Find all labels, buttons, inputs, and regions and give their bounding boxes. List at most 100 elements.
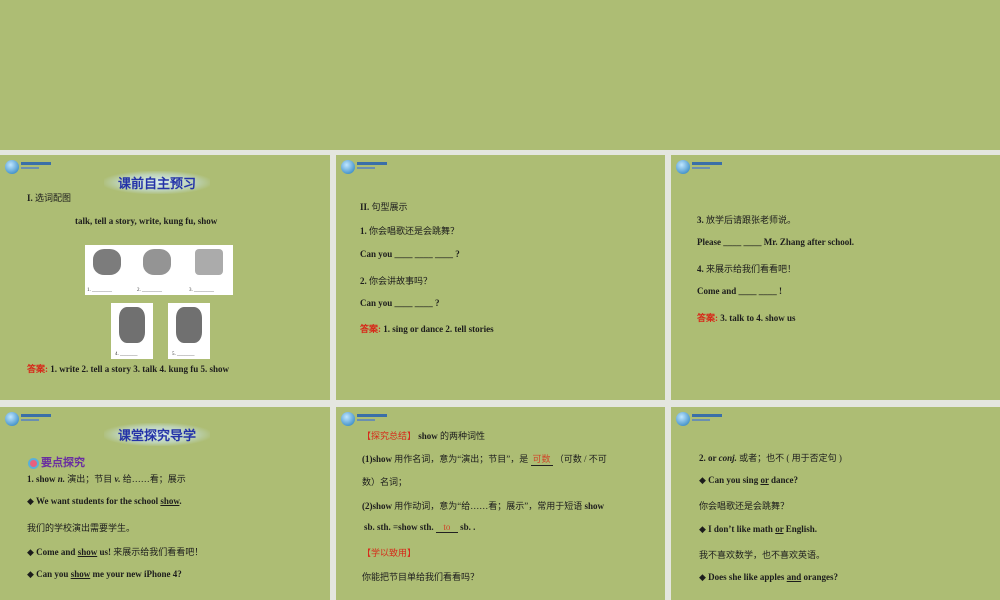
text-line: (2)show 用作动词，意为“给……看；展示”，常用于短语 show bbox=[362, 499, 604, 512]
text-segment: or bbox=[760, 475, 769, 485]
text-segment: 2. or bbox=[699, 453, 719, 463]
text-segment: 3. talk to 4. show us bbox=[720, 313, 796, 323]
text-line: ◆ Come and show us! 来展示给我们看看吧！ bbox=[27, 545, 203, 558]
text-segment: 你会讲故事吗？ bbox=[369, 276, 433, 286]
subheading-text: 要点探究 bbox=[41, 456, 85, 469]
caption: 3. ________ bbox=[189, 288, 214, 293]
text-line: ◆ We want students for the school show. bbox=[27, 496, 182, 507]
caption: 2. ________ bbox=[137, 288, 162, 293]
slide-thumbnail-6[interactable]: 2. or conj. 或者；也不 ( 用于否定句 ) ◆ Can you sin… bbox=[671, 407, 1000, 600]
text-segment: ◆ I don’t like math bbox=[699, 524, 776, 534]
text-line: ◆ Can you sing or dance? bbox=[699, 475, 798, 486]
text-line: 数）名词； bbox=[362, 475, 407, 488]
text-segment: 来展示给我们看看吧！ bbox=[113, 547, 204, 557]
illustration bbox=[176, 307, 202, 343]
slide-thumbnail-2[interactable]: II. 句型展示 1. 你会唱歌还是会跳舞？ Can you ____ ____ _… bbox=[336, 155, 665, 400]
illustration bbox=[195, 249, 223, 275]
text-line: Come and ____ ____ ! bbox=[697, 286, 782, 296]
logo-icon bbox=[5, 412, 53, 426]
slide-thumbnail-4[interactable]: 课堂探究导学要点探究 1. show n. 演出；节目 v. 给……看；展示 ◆ W… bbox=[0, 407, 330, 600]
text-segment: 你会唱歌还是会跳舞？ bbox=[699, 501, 790, 511]
text-segment: 或者；也不 ( 用于否定句 ) bbox=[736, 453, 842, 463]
text-line: ◆ Does she like apples and oranges? bbox=[699, 572, 838, 583]
text-segment: and bbox=[786, 572, 802, 582]
text-line: 2. or conj. 或者；也不 ( 用于否定句 ) bbox=[699, 451, 842, 464]
text-line: Please ____ ____ Mr. Zhang after school. bbox=[697, 237, 854, 247]
logo-icon bbox=[341, 160, 389, 174]
caption: 1. ________ bbox=[87, 288, 112, 293]
text-segment: Can you ____ ____ ? bbox=[360, 298, 440, 308]
text-segment: us! bbox=[97, 547, 114, 557]
text-line: Can you ____ ____ ____ ? bbox=[360, 249, 460, 259]
picture-4: 4. _______ bbox=[111, 303, 153, 359]
text-line: 我不喜欢数学，也不喜欢英语。 bbox=[699, 548, 825, 561]
text-segment: （可数 / 不可 bbox=[552, 454, 607, 464]
text-segment: 选词配图 bbox=[35, 193, 72, 203]
text-segment: . bbox=[179, 496, 182, 506]
text-segment: 1. show bbox=[27, 474, 58, 484]
text-line: 我们的学校演出需要学生。 bbox=[27, 521, 135, 534]
text-segment: Can you ____ ____ ____ ? bbox=[360, 249, 460, 259]
text-line: II. 句型展示 bbox=[360, 200, 408, 213]
top-blank-slide bbox=[0, 0, 1000, 150]
text-line: 【探究总结】 show 的两种词性 bbox=[362, 429, 485, 442]
label-highlight: 答案: bbox=[697, 313, 721, 323]
text-segment: 放学后请跟张老师说。 bbox=[706, 215, 797, 225]
slide-thumbnail-5[interactable]: 【探究总结】 show 的两种词性 (1)show 用作名词，意为“演出；节目”，… bbox=[336, 407, 665, 600]
text-line: 4. 来展示给我们看看吧！ bbox=[697, 262, 796, 275]
text-line: talk, tell a story, write, kung fu, show bbox=[75, 216, 217, 226]
caption: 4. _______ bbox=[115, 352, 138, 357]
text-segment: (2)show bbox=[362, 501, 395, 511]
text-segment: ◆ Come and bbox=[27, 547, 78, 557]
slide-banner-title: 课堂探究导学 bbox=[104, 423, 211, 446]
slide-thumbnail-3[interactable]: 3. 放学后请跟张老师说。 Please ____ ____ Mr. Zhang … bbox=[671, 155, 1000, 400]
text-line: (1)show 用作名词，意为“演出；节目”，是 可数 （可数 / 不可 bbox=[362, 452, 607, 466]
text-segment: 3. bbox=[697, 215, 706, 225]
logo-icon bbox=[676, 160, 724, 174]
text-line: 1. show n. 演出；节目 v. 给……看；展示 bbox=[27, 472, 186, 485]
text-segment: 数）名词； bbox=[362, 477, 408, 487]
illustration bbox=[143, 249, 171, 275]
text-segment: 用作名词，意为“演出；节目”，是 bbox=[394, 454, 531, 464]
logo-icon bbox=[341, 412, 389, 426]
text-segment: oranges? bbox=[801, 572, 838, 582]
text-segment: ◆ We want students for the school bbox=[27, 496, 161, 506]
logo-icon bbox=[676, 412, 724, 426]
answer-blank: 可数 bbox=[530, 454, 553, 466]
text-segment: sb. sth. =show sth. bbox=[364, 522, 436, 532]
text-line: sb. sth. =show sth. to sb. . bbox=[364, 522, 475, 533]
text-segment: Please ____ ____ Mr. Zhang after school. bbox=[697, 237, 854, 247]
text-segment: (1)show bbox=[362, 454, 395, 464]
text-segment: show bbox=[70, 569, 91, 579]
text-line: 答案: 1. write 2. tell a story 3. talk 4. … bbox=[27, 362, 229, 375]
text-line: 你会唱歌还是会跳舞？ bbox=[699, 499, 789, 512]
text-segment: talk, tell a story, write, kung fu, show bbox=[75, 216, 218, 226]
text-line: 答案: 1. sing or dance 2. tell stories bbox=[360, 322, 494, 335]
text-line: 答案: 3. talk to 4. show us bbox=[697, 311, 796, 324]
text-line: 2. 你会讲故事吗？ bbox=[360, 274, 432, 287]
text-segment: 4. bbox=[697, 264, 706, 274]
text-line: Can you ____ ____ ? bbox=[360, 298, 440, 308]
text-segment: show bbox=[160, 496, 180, 506]
text-segment: 我不喜欢数学，也不喜欢英语。 bbox=[699, 550, 826, 560]
text-line: 1. 你会唱歌还是会跳舞？ bbox=[360, 224, 459, 237]
text-segment: 1. sing or dance 2. tell stories bbox=[383, 324, 494, 334]
subheading: 要点探究 bbox=[28, 454, 85, 470]
illustration bbox=[119, 307, 145, 343]
text-segment: 来展示给我们看看吧！ bbox=[706, 264, 797, 274]
label-highlight: 【探究总结】 bbox=[362, 431, 417, 441]
text-segment: dance? bbox=[768, 475, 799, 485]
text-segment: ◆ Can you bbox=[27, 569, 71, 579]
picture-row-1: 1. ________ 2. ________ 3. ________ bbox=[85, 245, 233, 295]
text-segment: I. bbox=[27, 193, 36, 203]
text-segment: n. bbox=[57, 474, 66, 484]
text-segment: 演出；节目 bbox=[65, 474, 115, 484]
slide-thumbnail-1[interactable]: 课前自主预习 I. 选词配图 talk, tell a story, write, … bbox=[0, 155, 330, 400]
slide-banner-title: 课前自主预习 bbox=[104, 171, 211, 194]
text-segment: 给……看；展示 bbox=[120, 474, 186, 484]
text-segment: ◆ Does she like apples bbox=[699, 572, 787, 582]
text-segment: English. bbox=[783, 524, 818, 534]
label-highlight: 答案: bbox=[360, 324, 384, 334]
text-segment: or bbox=[775, 524, 784, 534]
text-segment: 你能把节目单给我们看看吗？ bbox=[362, 572, 480, 582]
